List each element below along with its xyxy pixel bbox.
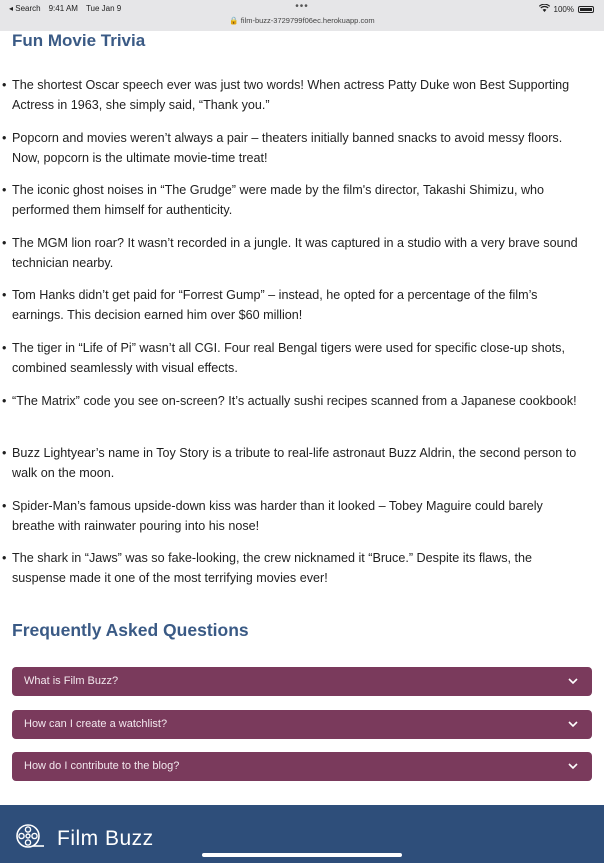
bullet-icon: • xyxy=(2,393,7,408)
address-bar-url[interactable]: 🔒 film-buzz-3729799f06ec.herokuapp.com xyxy=(0,16,604,25)
trivia-item: • The iconic ghost noises in “The Grudge”… xyxy=(0,180,604,233)
trivia-text: The tiger in “Life of Pi” wasn’t all CGI… xyxy=(12,340,565,375)
trivia-list: • The shortest Oscar speech ever was just… xyxy=(0,75,604,601)
status-bar: ◂ Search 9:41 AM Tue Jan 9 ••• 🔒 film-bu… xyxy=(0,0,604,31)
bullet-icon: • xyxy=(2,78,7,92)
faq-heading: Frequently Asked Questions xyxy=(12,620,249,640)
trivia-item: • Buzz Lightyear’s name in Toy Story is a… xyxy=(0,443,604,496)
bullet-icon: • xyxy=(2,235,7,250)
trivia-text: Tom Hanks didn’t get paid for “Forrest G… xyxy=(12,288,538,323)
trivia-text: The shark in “Jaws” was so fake-looking,… xyxy=(12,551,533,586)
bullet-icon: • xyxy=(2,498,7,513)
trivia-item: • “The Matrix” code you see on-screen? It… xyxy=(0,391,604,444)
film-reel-icon[interactable] xyxy=(15,823,45,853)
multitask-dots[interactable]: ••• xyxy=(0,1,604,12)
chevron-down-icon[interactable] xyxy=(566,710,580,739)
trivia-item: • The shortest Oscar speech ever was just… xyxy=(0,75,604,128)
bullet-icon: • xyxy=(2,183,7,198)
trivia-item: • The tiger in “Life of Pi” wasn’t all CG… xyxy=(0,338,604,391)
trivia-item: • Tom Hanks didn’t get paid for “Forrest … xyxy=(0,285,604,338)
faq-question: How do I contribute to the blog? xyxy=(24,760,180,772)
battery-icon xyxy=(578,5,594,13)
trivia-heading: Fun Movie Trivia xyxy=(12,31,146,50)
trivia-text: Spider-Man’s famous upside-down kiss was… xyxy=(12,498,543,533)
trivia-text: Buzz Lightyear’s name in Toy Story is a … xyxy=(12,446,577,481)
chevron-down-icon[interactable] xyxy=(566,752,580,781)
footer-brand-name[interactable]: Film Buzz xyxy=(57,827,154,851)
bullet-icon: • xyxy=(2,340,7,355)
faq-toggle-what-is-film-buzz[interactable]: What is Film Buzz? xyxy=(12,667,592,696)
trivia-text: “The Matrix” code you see on-screen? It’… xyxy=(12,393,577,408)
faq-question: How can I create a watchlist? xyxy=(24,718,168,730)
trivia-item: • The MGM lion roar? It wasn’t recorded i… xyxy=(0,233,604,286)
trivia-text: Popcorn and movies weren’t always a pair… xyxy=(12,130,563,165)
bullet-icon: • xyxy=(2,446,7,461)
trivia-text: The MGM lion roar? It wasn’t recorded in… xyxy=(12,235,578,270)
faq-toggle-contribute-blog[interactable]: How do I contribute to the blog? xyxy=(12,752,592,781)
faq-question: What is Film Buzz? xyxy=(24,675,119,687)
trivia-text: The iconic ghost noises in “The Grudge” … xyxy=(12,183,545,218)
bullet-icon: • xyxy=(2,130,7,145)
bullet-icon: • xyxy=(2,551,7,566)
wifi-icon xyxy=(538,3,550,14)
status-right: 100% xyxy=(538,3,594,14)
faq-toggle-create-watchlist[interactable]: How can I create a watchlist? xyxy=(12,710,592,739)
bullet-icon: • xyxy=(2,288,7,303)
trivia-text: The shortest Oscar speech ever was just … xyxy=(12,78,570,112)
chevron-down-icon[interactable] xyxy=(566,667,580,696)
trivia-item: • Spider-Man’s famous upside-down kiss wa… xyxy=(0,496,604,549)
trivia-item: • The shark in “Jaws” was so fake-looking… xyxy=(0,548,604,601)
home-indicator xyxy=(202,853,402,857)
trivia-item: • Popcorn and movies weren’t always a pai… xyxy=(0,128,604,181)
battery-percent: 100% xyxy=(553,4,574,14)
